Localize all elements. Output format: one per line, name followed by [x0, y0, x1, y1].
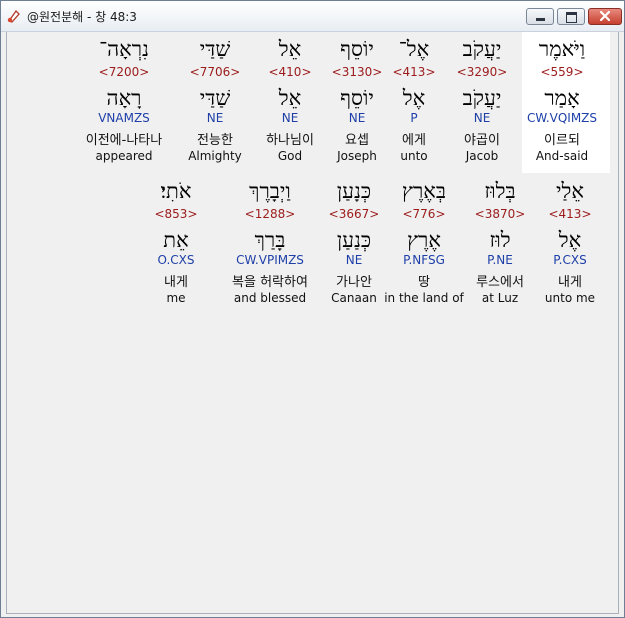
strong-number: <776>	[402, 207, 446, 221]
parsing-code: O.CXS	[157, 253, 195, 267]
maximize-button[interactable]	[557, 8, 585, 25]
strong-number: <7200>	[98, 65, 150, 79]
strong-number: <410>	[268, 65, 312, 79]
title-bar[interactable]: @원전분해 - 창 48:3	[1, 1, 624, 32]
hebrew-word: בְּאֶרֶץ	[402, 179, 446, 203]
hebrew-word: יַעֲקֹב	[462, 37, 502, 61]
parsing-code: VNAMZS	[98, 111, 150, 125]
strong-number: <3667>	[328, 207, 380, 221]
strong-number: <853>	[154, 207, 198, 221]
strong-number: <3290>	[456, 65, 508, 79]
window-title: @원전분해 - 창 48:3	[27, 10, 137, 24]
lemma-word: רָאָה	[106, 86, 142, 110]
word-column[interactable]: שַׁדַּי <7706> שַׁדַּי NE 전능한 Almighty	[179, 32, 251, 172]
lemma-word: אָמַר	[544, 86, 580, 110]
english-gloss: me	[166, 291, 186, 305]
hebrew-word: וַיְבָרֶךְ	[249, 179, 291, 203]
word-column[interactable]: כְּנָעַן <3667> כְּנַעַן NE 가나안 Canaan	[318, 174, 390, 314]
hebrew-word: אֵל	[278, 37, 302, 61]
strong-number: <1288>	[244, 207, 296, 221]
app-icon	[6, 8, 22, 24]
strong-number: <3870>	[474, 207, 526, 221]
minimize-button[interactable]	[526, 8, 554, 25]
hebrew-word: אֵלַי	[556, 179, 584, 203]
lemma-word: לוּז	[489, 228, 511, 252]
lemma-word: אֵל	[278, 86, 302, 110]
korean-gloss: 내게	[164, 275, 188, 290]
parsing-code: NE	[206, 111, 224, 125]
hebrew-word: שַׁדַּי	[199, 37, 231, 61]
maximize-icon	[566, 12, 577, 23]
word-column[interactable]: אֹתִי׃ <853> אֵת O.CXS 내게 me	[140, 174, 212, 314]
parsing-code: NE	[345, 253, 363, 267]
close-button[interactable]	[588, 8, 622, 25]
lemma-word: יוֹסֵף	[340, 86, 374, 110]
korean-gloss: 이전에-나타나	[85, 133, 163, 148]
minimize-icon	[536, 18, 545, 21]
lemma-word: בָּרַךְ	[254, 228, 286, 252]
close-icon	[599, 10, 611, 22]
english-gloss: appeared	[95, 149, 153, 163]
strong-number: <7706>	[189, 65, 241, 79]
hebrew-word: וַיֹּאמֶר	[538, 37, 586, 61]
app-window: @원전분해 - 창 48:3 וַיֹּאמֶר <559> אָמַר CW.VQI…	[0, 0, 625, 618]
hebrew-word: אֹתִי׃	[160, 179, 192, 203]
hebrew-word: כְּנָעַן	[336, 179, 372, 203]
word-column[interactable]: וַיְבָרֶךְ <1288> בָּרַךְ CW.VPIMZS 복을 허락하여 a…	[232, 174, 308, 314]
parsing-code: CW.VQIMZS	[526, 111, 598, 125]
lemma-word: אֵת	[163, 228, 189, 252]
parsing-code: CW.VPIMZS	[236, 253, 304, 267]
strong-number: <3130>	[331, 65, 383, 79]
strong-number: <559>	[540, 65, 584, 79]
interlinear-view: וַיֹּאמֶר <559> אָמַר CW.VQIMZS 이르되 And-said י…	[6, 32, 619, 614]
hebrew-word: בְּלוּז	[484, 179, 516, 203]
lemma-word: אֶל	[558, 228, 582, 252]
lemma-word: כְּנַעַן	[336, 228, 372, 252]
hebrew-word: יוֹסֵף	[340, 37, 374, 61]
lemma-word: שַׁדַּי	[199, 86, 231, 110]
hebrew-word: נִרְאָה־	[99, 37, 149, 61]
word-column[interactable]: נִרְאָה־ <7200> רָאָה VNAMZS 이전에-나타나 appeared	[86, 32, 162, 172]
lemma-word: יַעֲקֹב	[462, 86, 502, 110]
lemma-word: אֶרֶץ	[407, 228, 441, 252]
strong-number: <413>	[548, 207, 592, 221]
